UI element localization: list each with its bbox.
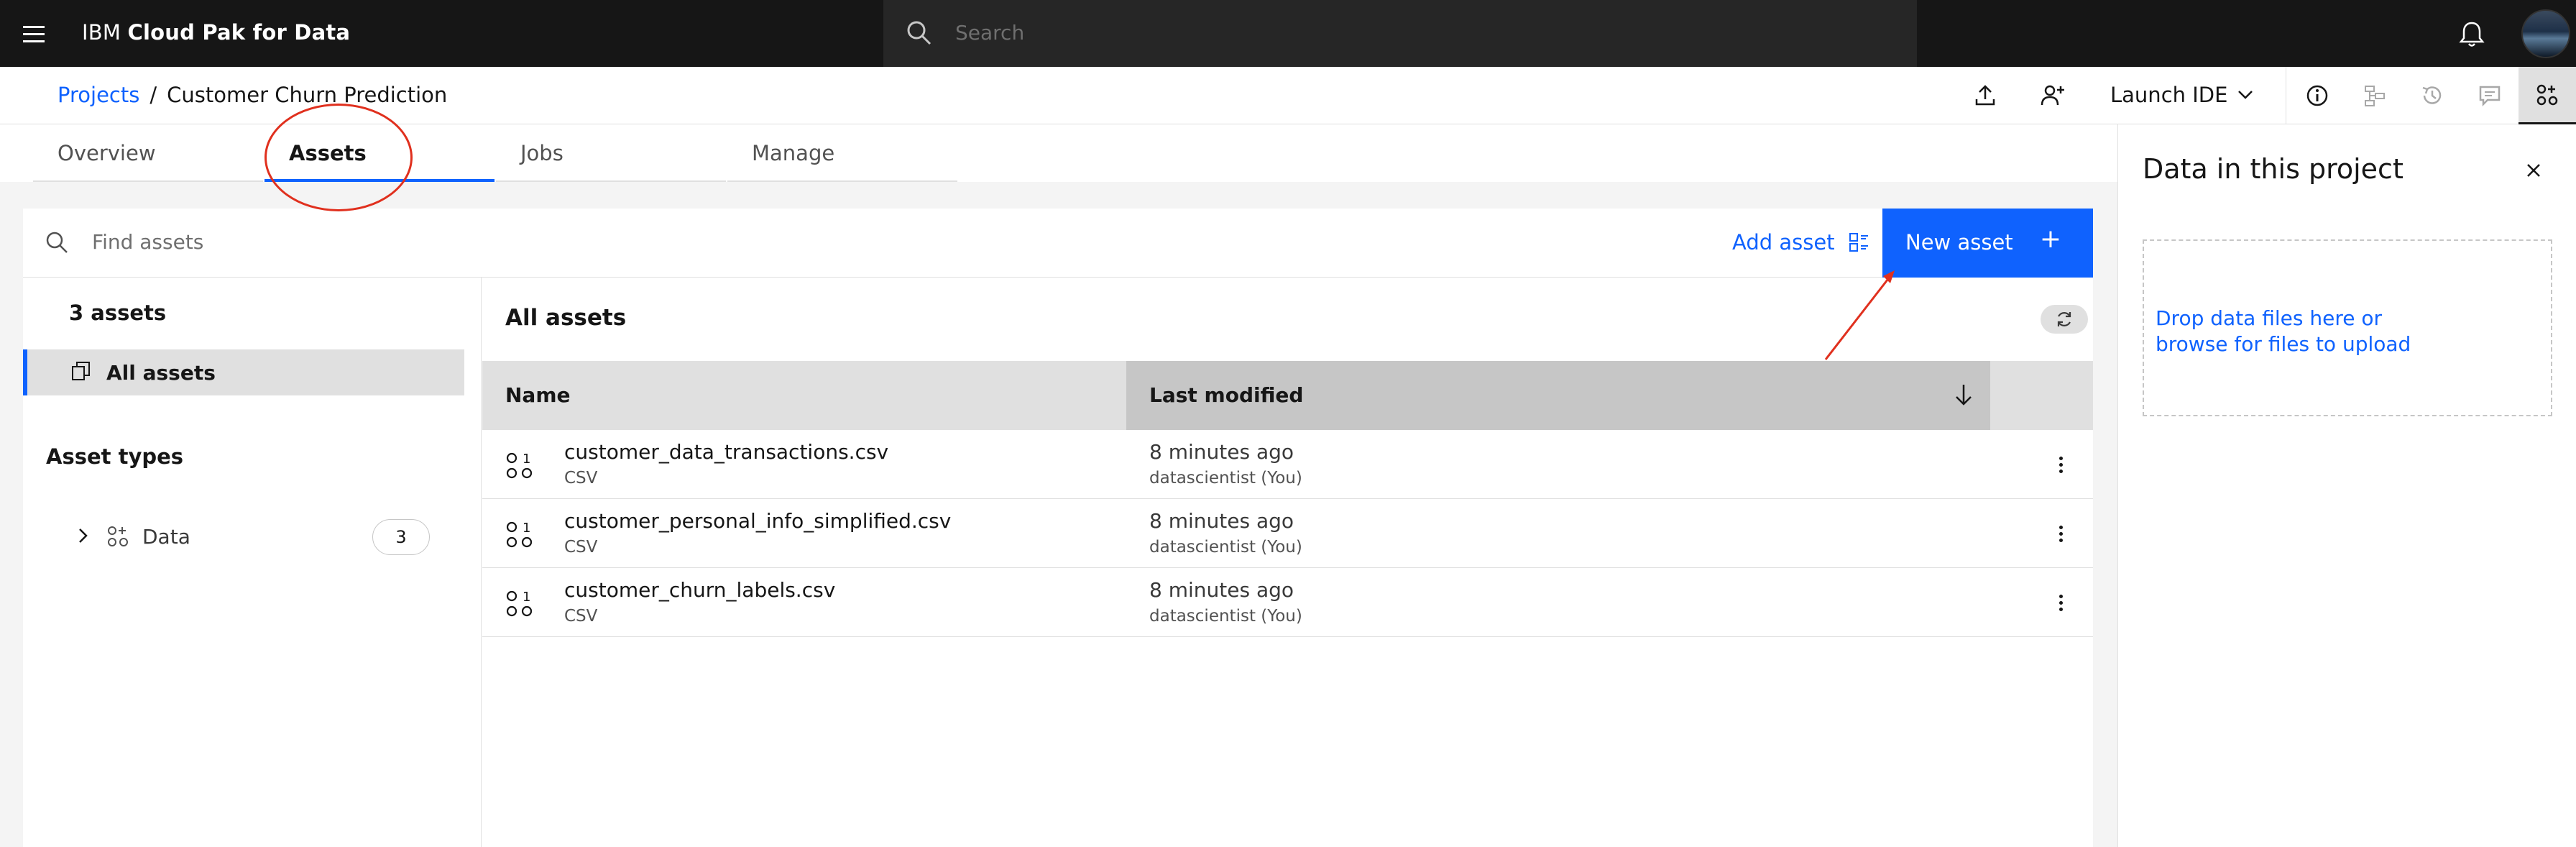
asset-count: 3 assets	[69, 301, 167, 325]
dropzone-text[interactable]: Drop data files here or browse for files…	[2156, 306, 2411, 357]
add-asset-button[interactable]: Add asset	[1732, 230, 1869, 255]
user-avatar-button[interactable]	[2516, 0, 2576, 67]
asset-type-count-badge: 3	[372, 519, 430, 555]
tab-manage[interactable]: Manage	[727, 124, 957, 182]
new-asset-label: New asset	[1905, 230, 2013, 255]
chevron-down-icon	[2238, 91, 2253, 99]
last-modified-time: 8 minutes ago	[1149, 440, 1294, 464]
breadcrumb: Projects / Customer Churn Prediction	[58, 83, 447, 107]
data-asset-icon: 1	[506, 452, 533, 479]
global-search-input[interactable]: Search	[883, 0, 1917, 67]
close-icon[interactable]	[2521, 157, 2547, 183]
tab-overview[interactable]: Overview	[33, 124, 263, 182]
overflow-menu-icon[interactable]	[2048, 590, 2074, 615]
upload-icon[interactable]	[1969, 80, 2001, 111]
breadcrumb-separator: /	[150, 83, 157, 107]
last-modified-time: 8 minutes ago	[1149, 578, 1294, 602]
svg-text:1: 1	[523, 452, 530, 467]
notification-bell-icon[interactable]	[2454, 16, 2490, 52]
file-dropzone[interactable]: Drop data files here or browse for files…	[2143, 239, 2552, 416]
overflow-menu-icon[interactable]	[2048, 521, 2074, 546]
asset-search-row: Find assets Add asset New asset +	[23, 209, 2093, 278]
data-asset-icon: 1	[506, 521, 533, 548]
overflow-menu-icon[interactable]	[2048, 452, 2074, 477]
svg-text:1: 1	[523, 521, 530, 536]
search-icon	[907, 21, 932, 45]
asset-name-link[interactable]: customer_churn_labels.csv	[564, 578, 835, 602]
svg-text:1: 1	[523, 590, 530, 605]
asset-filter-sidebar: 3 assets All assets Asset types Data 3	[23, 278, 482, 847]
plus-icon: +	[2039, 224, 2061, 254]
annotation-circle	[264, 104, 413, 211]
refresh-icon	[2057, 312, 2071, 326]
asset-name-link[interactable]: customer_data_transactions.csv	[564, 440, 888, 464]
table-row[interactable]: 1 customer_churn_labels.csv CSV 8 minute…	[482, 568, 2093, 637]
data-asset-icon: 1	[506, 590, 533, 617]
asset-name-link[interactable]: customer_personal_info_simplified.csv	[564, 509, 951, 533]
data-panel-toggle-icon[interactable]	[2518, 67, 2576, 124]
table-row[interactable]: 1 customer_personal_info_simplified.csv …	[482, 499, 2093, 568]
breadcrumb-projects-link[interactable]: Projects	[58, 83, 139, 107]
brand-name: Cloud Pak for Data	[127, 20, 351, 45]
sidebar-item-all-assets[interactable]: All assets	[23, 349, 464, 395]
find-assets-input[interactable]: Find assets	[92, 230, 203, 254]
content-title: All assets	[505, 305, 627, 331]
tab-jobs[interactable]: Jobs	[496, 124, 726, 182]
chevron-right-icon[interactable]	[76, 525, 91, 546]
avatar	[2521, 9, 2570, 58]
column-header-last-modified[interactable]: Last modified	[1126, 361, 1990, 430]
refresh-button[interactable]	[2041, 305, 2088, 334]
column-header-label: Last modified	[1149, 383, 1304, 407]
add-collaborator-icon[interactable]	[2037, 80, 2069, 111]
sidebar-item-label: All assets	[106, 361, 216, 385]
new-asset-button[interactable]: New asset +	[1882, 209, 2093, 278]
asset-type: CSV	[564, 538, 598, 557]
asset-table-area: All assets Name Last modified 1 customer…	[482, 278, 2093, 847]
add-asset-icon	[1849, 233, 1868, 252]
comment-icon[interactable]	[2474, 80, 2506, 111]
table-header: Name Last modified	[482, 361, 2093, 430]
history-icon[interactable]	[2416, 80, 2448, 111]
table-row[interactable]: 1 customer_data_transactions.csv CSV 8 m…	[482, 430, 2093, 499]
last-modified-by: datascientist (You)	[1149, 538, 1302, 557]
dropzone-line-1: Drop data files here or	[2156, 306, 2382, 330]
dropzone-line-2: browse for files to upload	[2156, 332, 2411, 356]
breadcrumb-current: Customer Churn Prediction	[167, 83, 448, 107]
panel-title: Data in this project	[2143, 153, 2404, 185]
asset-type-label: Data	[142, 525, 190, 549]
copy-icon	[72, 362, 90, 380]
last-modified-time: 8 minutes ago	[1149, 509, 1294, 533]
search-icon	[46, 232, 68, 253]
asset-type: CSV	[564, 607, 598, 626]
launch-ide-label: Launch IDE	[2110, 83, 2228, 107]
launch-ide-button[interactable]: Launch IDE	[2110, 83, 2253, 107]
brand-prefix: IBM	[82, 20, 121, 45]
column-header-name[interactable]: Name	[482, 361, 1126, 430]
global-search-placeholder: Search	[955, 21, 1025, 45]
asset-type: CSV	[564, 469, 598, 487]
data-asset-icon	[108, 526, 128, 546]
info-icon[interactable]	[2301, 80, 2333, 111]
last-modified-by: datascientist (You)	[1149, 607, 1302, 626]
data-in-project-panel: Data in this project Drop data files her…	[2117, 124, 2576, 847]
top-navigation-bar: IBM Cloud Pak for Data Search	[0, 0, 2576, 67]
asset-type-data[interactable]: Data 3	[23, 515, 482, 558]
add-asset-label: Add asset	[1732, 230, 1835, 255]
hamburger-menu-icon[interactable]	[16, 16, 52, 52]
last-modified-by: datascientist (You)	[1149, 469, 1302, 487]
sort-descending-icon[interactable]	[1953, 383, 1974, 407]
asset-types-heading: Asset types	[46, 444, 184, 469]
assets-panel: Find assets Add asset New asset + 3 asse…	[23, 209, 2093, 847]
flow-icon[interactable]	[2359, 80, 2391, 111]
product-brand[interactable]: IBM Cloud Pak for Data	[82, 20, 350, 45]
